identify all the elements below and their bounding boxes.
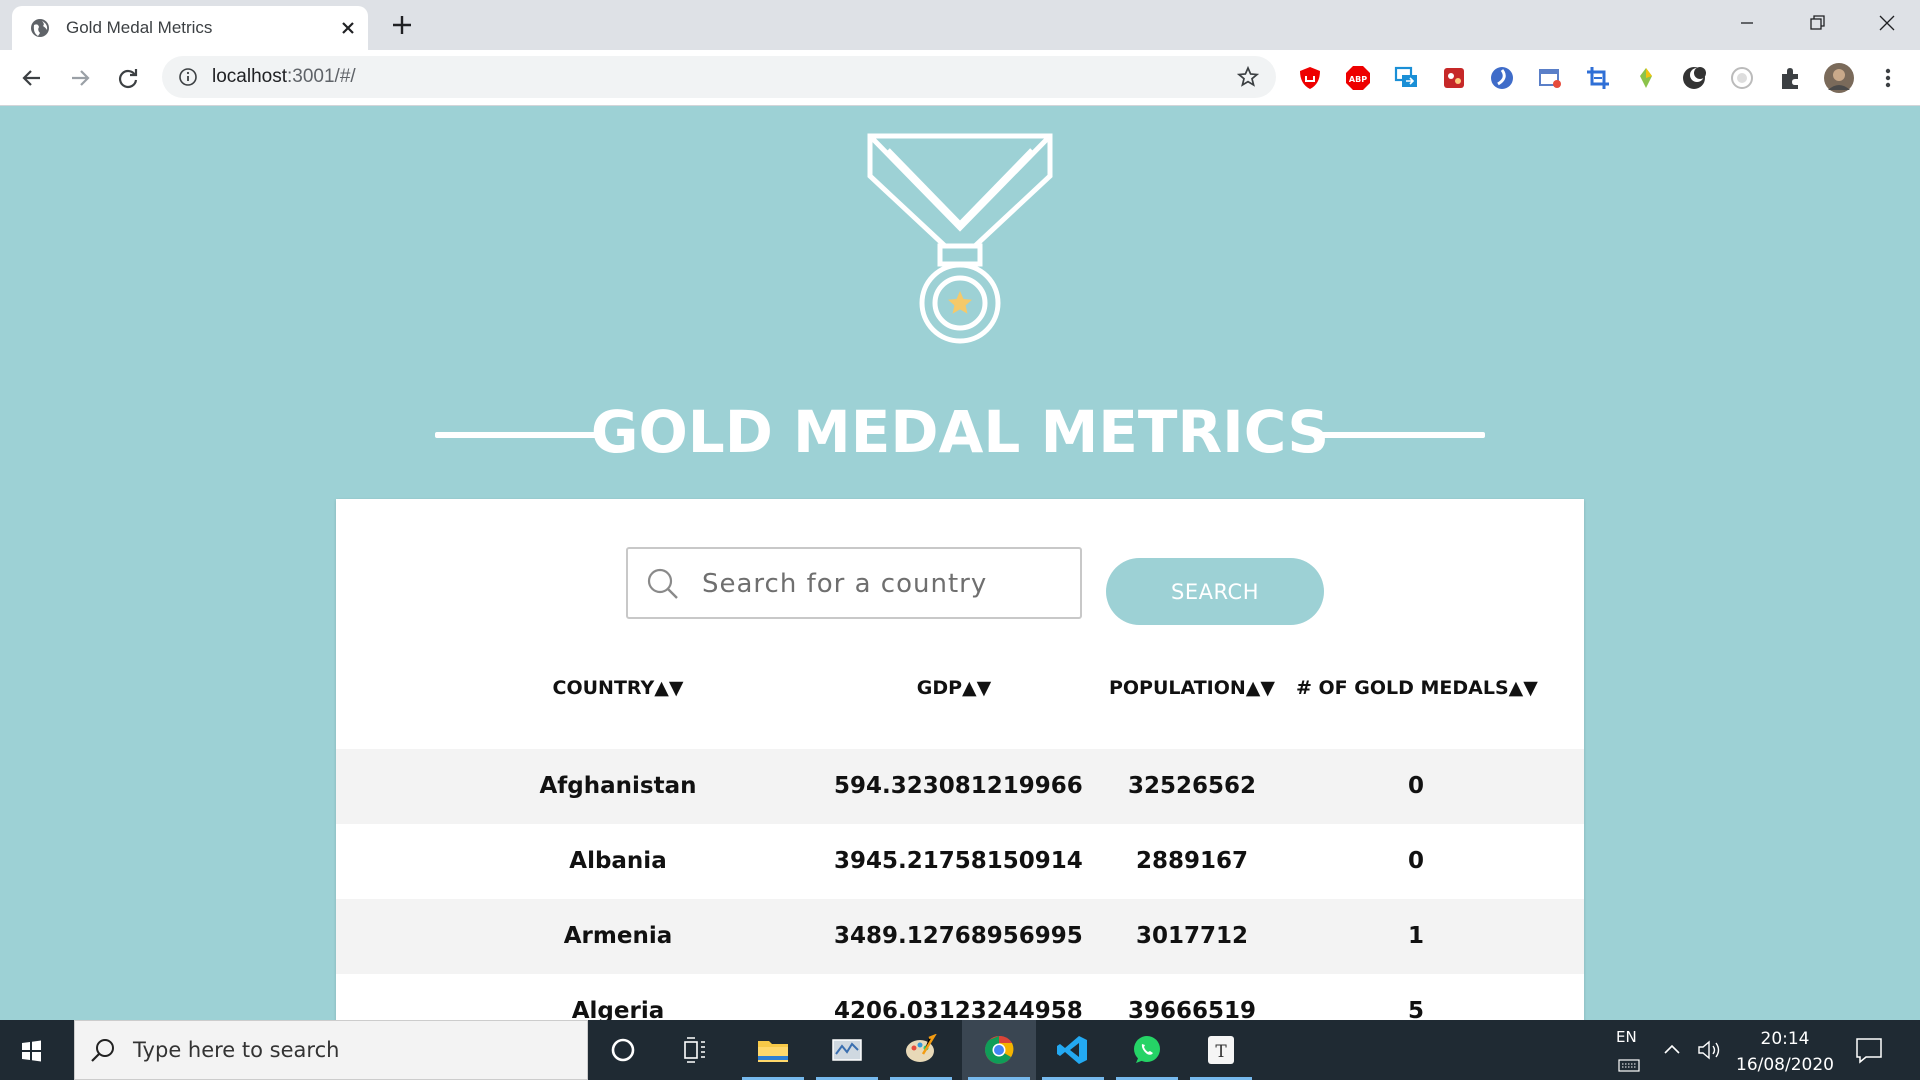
close-tab-icon[interactable] — [336, 16, 360, 40]
gem-extension-icon[interactable] — [1632, 64, 1660, 92]
file-explorer-button[interactable] — [736, 1020, 810, 1080]
title-line-right — [1320, 432, 1485, 438]
back-arrow-icon[interactable] — [18, 64, 46, 92]
monitor-app-button[interactable] — [810, 1020, 884, 1080]
whatsapp-button[interactable] — [1110, 1020, 1184, 1080]
address-bar[interactable]: localhost:3001/#/ — [162, 56, 1276, 98]
browser-tab[interactable]: Gold Medal Metrics — [12, 6, 368, 50]
table-row[interactable]: Afghanistan 594.323081219966 32526562 0 — [336, 749, 1584, 824]
ublock-extension-icon[interactable] — [1296, 64, 1324, 92]
avatar[interactable] — [1823, 62, 1855, 94]
paint-palette-icon — [906, 1034, 937, 1062]
typora-button[interactable]: T — [1184, 1020, 1258, 1080]
adblock-plus-extension-icon[interactable]: ABP — [1344, 64, 1372, 92]
table-row[interactable]: Albania 3945.21758150914 2889167 0 — [336, 824, 1584, 899]
system-clock[interactable]: 20:14 16/08/2020 — [1730, 1026, 1840, 1078]
cell-country[interactable]: Armenia — [498, 899, 738, 974]
cell-gold-medals: 0 — [1407, 848, 1424, 874]
paint-app-button[interactable] — [884, 1020, 958, 1080]
page-title: GOLD MEDAL METRICS — [590, 398, 1330, 466]
cortana-button[interactable] — [586, 1020, 660, 1080]
cell-gdp: 3945.21758150914 — [834, 848, 1083, 874]
clock-date: 16/08/2020 — [1736, 1055, 1834, 1075]
window-extension-icon[interactable] — [1536, 64, 1564, 92]
column-header-population[interactable]: POPULATION▲▼ — [1072, 677, 1312, 699]
cell-population: 2889167 — [1135, 848, 1249, 874]
taskbar-search-box[interactable]: Type here to search — [74, 1020, 588, 1080]
close-window-icon[interactable] — [1872, 8, 1902, 38]
taskbar-search-placeholder: Type here to search — [133, 1038, 340, 1062]
url-host: localhost — [212, 66, 287, 87]
cell-gold-medals: 1 — [1407, 923, 1424, 949]
folder-icon — [758, 1041, 788, 1062]
search-button[interactable]: SEARCH — [1106, 558, 1324, 625]
menu-kebab-icon[interactable] — [1874, 64, 1902, 92]
cell-gold-medals: 0 — [1407, 773, 1424, 799]
chrome-button[interactable] — [962, 1020, 1036, 1080]
tab-title: Gold Medal Metrics — [66, 18, 213, 37]
speaker-volume-icon[interactable] — [1696, 1038, 1724, 1062]
cell-country[interactable]: Afghanistan — [498, 749, 738, 824]
bookmark-star-icon[interactable] — [1236, 65, 1260, 89]
chevron-up-icon[interactable] — [1660, 1038, 1684, 1062]
windows-start-icon[interactable] — [14, 1034, 48, 1068]
record-extension-icon[interactable] — [1728, 64, 1756, 92]
url-text: localhost:3001/#/ — [212, 66, 356, 88]
table-body: Afghanistan 594.323081219966 32526562 0 … — [336, 749, 1584, 1049]
blue-swirl-extension-icon[interactable] — [1488, 64, 1516, 92]
language-indicator[interactable]: EN — [1616, 1028, 1637, 1046]
cell-country[interactable]: Albania — [498, 824, 738, 899]
cell-gdp: 3489.12768956995 — [834, 923, 1083, 949]
info-icon[interactable] — [178, 67, 198, 87]
title-banner: GOLD MEDAL METRICS — [0, 398, 1920, 472]
task-view-button[interactable] — [658, 1020, 732, 1080]
search-icon — [647, 568, 678, 599]
keyboard-icon[interactable] — [1617, 1056, 1641, 1074]
search-field[interactable] — [626, 547, 1082, 619]
new-tab-icon[interactable] — [388, 11, 416, 39]
gold-medal-logo-icon — [867, 133, 1053, 344]
url-path: :3001/#/ — [287, 66, 356, 87]
dark-mode-extension-icon[interactable] — [1680, 64, 1708, 92]
cell-gdp: 594.323081219966 — [834, 773, 1083, 799]
cell-population: 3017712 — [1135, 923, 1249, 949]
clock-time: 20:14 — [1760, 1029, 1810, 1049]
chrome-icon — [985, 1035, 1014, 1064]
task-view-icon — [684, 1037, 705, 1063]
column-header-gdp[interactable]: GDP▲▼ — [834, 677, 1074, 699]
svg-text:ABP: ABP — [1349, 75, 1367, 84]
action-center-icon[interactable] — [1854, 1036, 1884, 1064]
vscode-button[interactable] — [1036, 1020, 1110, 1080]
extensions-puzzle-icon[interactable] — [1776, 64, 1804, 92]
minimize-icon[interactable] — [1732, 8, 1762, 38]
crop-extension-icon[interactable] — [1584, 64, 1612, 92]
column-header-country[interactable]: COUNTRY▲▼ — [498, 677, 738, 699]
table-header: COUNTRY▲▼ GDP▲▼ POPULATION▲▼ # OF GOLD M… — [336, 677, 1584, 725]
reload-icon[interactable] — [114, 64, 142, 92]
globe-icon — [31, 19, 49, 37]
svg-text:T: T — [1215, 1042, 1227, 1062]
table-row[interactable]: Armenia 3489.12768956995 3017712 1 — [336, 899, 1584, 974]
browser-tabbar: Gold Medal Metrics — [0, 0, 1920, 50]
screen-share-extension-icon[interactable] — [1392, 64, 1420, 92]
red-puzzle-extension-icon[interactable] — [1440, 64, 1468, 92]
cell-population: 32526562 — [1127, 773, 1257, 799]
typora-icon: T — [1208, 1036, 1234, 1064]
forward-arrow-icon[interactable] — [66, 64, 94, 92]
results-card: SEARCH COUNTRY▲▼ GDP▲▼ POPULATION▲▼ # OF… — [336, 499, 1584, 1080]
cortana-circle-icon — [611, 1038, 635, 1062]
vscode-icon — [1057, 1036, 1087, 1064]
search-input[interactable] — [702, 563, 1062, 605]
restore-icon[interactable] — [1802, 8, 1832, 38]
whatsapp-icon — [1134, 1036, 1160, 1063]
windows-taskbar: Type here to search T EN 20:14 16/08/202… — [0, 1020, 1920, 1080]
browser-toolbar: localhost:3001/#/ ABP — [0, 50, 1920, 106]
column-header-gold-medals[interactable]: # OF GOLD MEDALS▲▼ — [1296, 677, 1538, 699]
search-icon — [91, 1039, 114, 1062]
monitor-app-icon — [832, 1039, 862, 1061]
